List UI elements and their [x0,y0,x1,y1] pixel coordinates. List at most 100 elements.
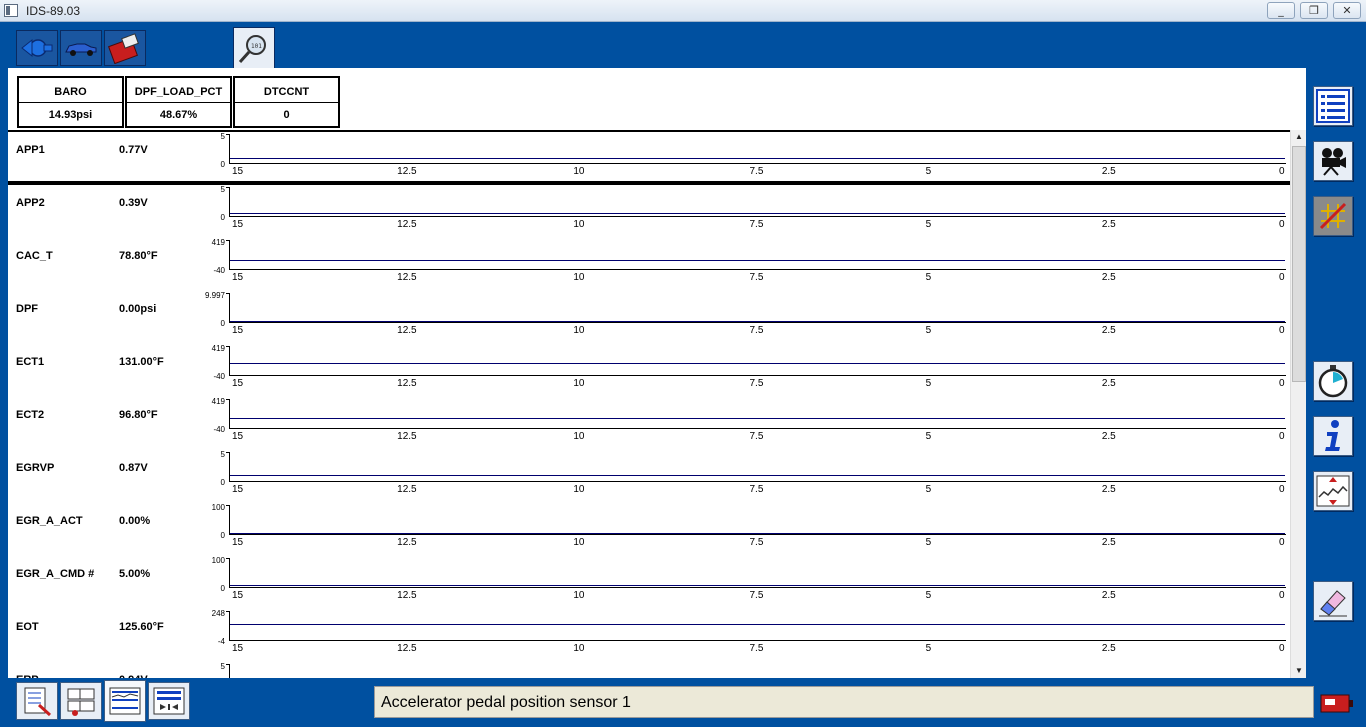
pid-box-name: DPF_LOAD_PCT [134,86,223,98]
graph-value: 125.60°F [119,621,164,633]
pid-box-dpf-load-pct[interactable]: DPF_LOAD_PCT 48.67% [125,76,232,128]
graph-label: EGRVP [16,462,55,474]
tab-connect[interactable] [16,30,58,66]
y-axis-min-label: -40 [213,372,225,381]
y-axis-line [229,240,230,270]
x-axis-tick-label: 12.5 [397,378,417,389]
graph-trace [230,321,1285,322]
y-axis-max-label: 419 [211,397,225,406]
graph-view-button[interactable] [104,680,146,722]
title-bar: IDS-89.03 _ ❐ ✕ [0,0,1366,22]
x-axis-tick-label: 10 [573,590,585,601]
pid-list-button[interactable] [1313,86,1353,126]
stopwatch-icon [1318,365,1348,398]
graph-label: APP2 [16,197,45,209]
app-icon [4,4,18,17]
graph-label: ECT1 [16,356,45,368]
x-axis-tick-label: 12.5 [397,643,417,654]
tab-datalogger[interactable]: 101 [233,27,275,69]
x-axis-tick-label: 5 [925,484,932,495]
scroll-up-arrow-icon[interactable]: ▲ [1291,130,1307,144]
graph-row[interactable]: CAC_T 78.80°F 419 -40 15 12.5 10 7.5 5 2.5 0 [8,238,1290,291]
y-axis-max-label: 5 [220,132,225,141]
info-button[interactable] [1313,416,1353,456]
x-axis-tick-label: 5 [925,378,932,389]
graph-row[interactable]: EGR_A_ACT 0.00% 100 0 15 12.5 10 7.5 5 2.5 0 [8,503,1290,556]
x-axis-tick-label: 2.5 [1101,484,1116,495]
y-axis-max-label: 5 [220,185,225,194]
graph-row[interactable]: EOT 125.60°F 248 -4 15 12.5 10 7.5 5 2.5 0 [8,609,1290,662]
scroll-down-arrow-icon[interactable]: ▼ [1291,664,1307,678]
x-axis-tick-label: 2.5 [1101,378,1116,389]
tab-vehicle[interactable] [60,30,102,66]
y-axis-min-label: 0 [220,213,225,222]
graph-trace [230,213,1285,214]
x-axis-tick-label: 15 [232,325,244,336]
datalogger-magnifier-icon: 101 [238,34,266,63]
graph-label: EGR_A_CMD # [16,568,95,580]
pid-box-baro[interactable]: BARO 14.93psi [17,76,124,128]
graph-row[interactable]: DPF 0.00psi 9.997 0 15 12.5 10 7.5 5 2.5 0 [8,291,1290,344]
erase-button[interactable] [1313,581,1353,621]
x-axis-tick-label: 15 [232,219,244,230]
x-axis-tick-label: 12.5 [397,431,417,442]
graph-row[interactable]: ECT1 131.00°F 419 -40 15 12.5 10 7.5 5 2.5 0 [8,344,1290,397]
scroll-thumb[interactable] [1292,146,1306,382]
x-axis-tick-label: 5 [925,431,932,442]
timer-button[interactable] [1313,361,1353,401]
y-axis-tick [226,664,230,665]
x-axis-tick-label: 7.5 [749,166,764,177]
pid-box-dtccnt[interactable]: DTCCNT 0 [233,76,340,128]
graph-row[interactable]: ECT2 96.80°F 419 -40 15 12.5 10 7.5 5 2.5 0 [8,397,1290,450]
x-axis-tick-label: 15 [232,537,244,548]
pid-box-name: BARO [54,86,87,98]
graph-trace [230,585,1285,586]
y-axis-tick [226,611,230,612]
graph-row[interactable]: APP1 0.77V 5 0 15 12.5 10 7.5 5 2.5 0 [8,132,1290,185]
trigger-button[interactable] [1313,196,1353,236]
x-axis-tick-label: 10 [573,166,585,177]
graph-row[interactable]: ERP0.94V501512.5107.552.50 [8,662,1290,678]
graph-row[interactable]: EGRVP 0.87V 5 0 15 12.5 10 7.5 5 2.5 0 [8,450,1290,503]
graph-trace [230,475,1285,476]
graph-scale-icon [1316,475,1350,507]
pid-view-button[interactable] [60,682,102,720]
graph-label: EOT [16,621,39,633]
graph-row[interactable]: EGR_A_CMD # 5.00% 100 0 15 12.5 10 7.5 5 2.5 0 [8,556,1290,609]
x-axis-tick-label: 2.5 [1101,431,1116,442]
x-axis-line [229,269,1286,270]
graph-value: 5.00% [119,568,151,580]
tab-toolbox[interactable] [104,30,146,66]
x-axis-tick-label: 2.5 [1101,272,1116,283]
x-axis-tick-label: 5 [925,219,932,230]
y-axis-line [229,134,230,164]
maximize-button[interactable]: ❐ [1300,2,1328,19]
x-axis-tick-label: 7.5 [749,431,764,442]
y-axis-min-label: 0 [220,319,225,328]
x-axis-tick-label: 10 [573,219,585,230]
graph-scale-button[interactable] [1313,471,1353,511]
y-axis-line [229,452,230,482]
close-button[interactable]: ✕ [1333,2,1361,19]
y-axis-tick [226,187,230,188]
x-axis-line [229,640,1286,641]
graph-row[interactable]: APP2 0.39V 5 0 15 12.5 10 7.5 5 2.5 0 [8,185,1290,238]
y-axis-line [229,346,230,376]
graph-list: APP1 0.77V 5 0 15 12.5 10 7.5 5 2.5 0 APP2 0.39V 5 0 15… [8,130,1290,678]
x-axis-line [229,481,1286,482]
x-axis-tick-label: 2.5 [1101,219,1116,230]
x-axis-tick-label: 15 [232,484,244,495]
record-button[interactable] [1313,141,1353,181]
y-axis-min-label: -4 [217,637,225,646]
x-axis-tick-label: 10 [573,431,585,442]
y-axis-tick [226,399,230,400]
vertical-scrollbar[interactable]: ▲ ▼ [1290,130,1306,678]
x-axis-tick-label: 10 [573,484,585,495]
x-axis-tick-label: 5 [925,166,932,177]
pid-select-button[interactable] [16,682,58,720]
pid-select-icon [24,687,52,717]
y-axis-max-label: 5 [220,662,225,671]
minimize-button[interactable]: _ [1267,2,1295,19]
x-axis-tick-label: 7.5 [749,537,764,548]
playback-button[interactable] [148,682,190,720]
